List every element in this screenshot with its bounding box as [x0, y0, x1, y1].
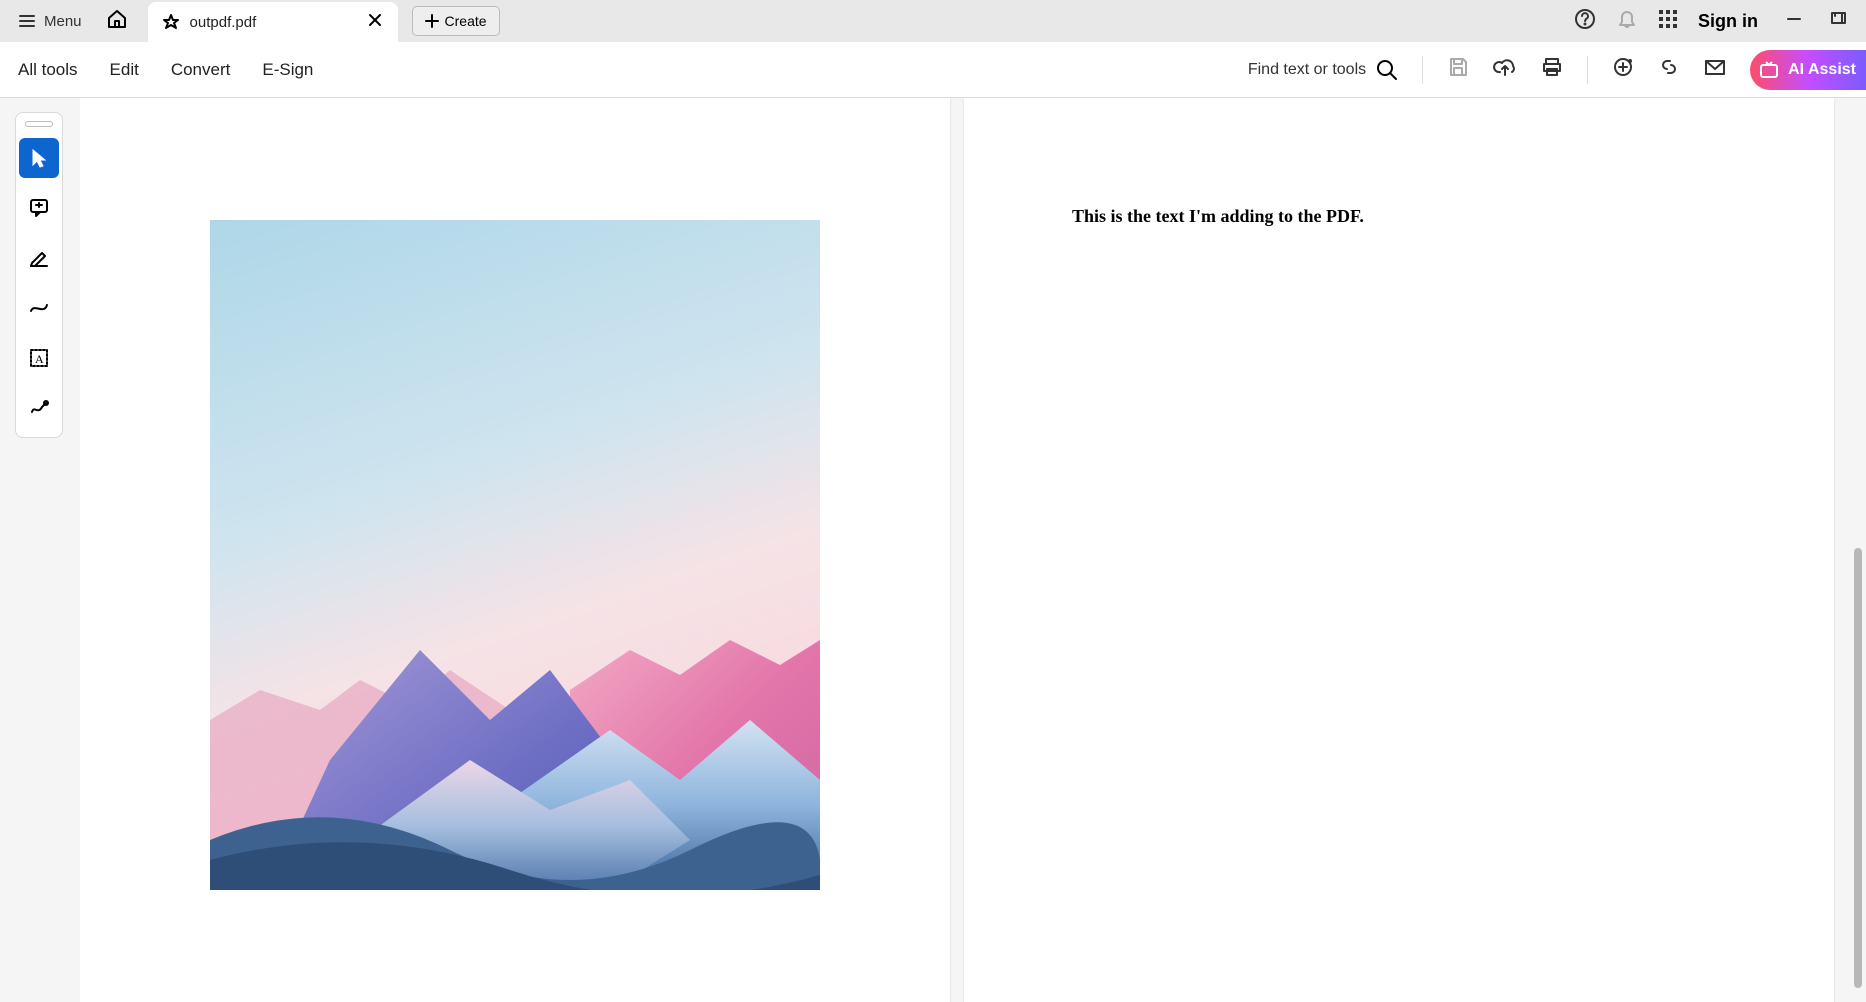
page-canvas[interactable]: This is the text I'm adding to the PDF. — [80, 98, 1866, 1002]
page1-image — [210, 220, 820, 890]
upload-cloud-button[interactable] — [1493, 55, 1517, 84]
titlebar: Menu outpdf.pdf Create Sign in — [0, 0, 1866, 42]
toolbar-link-esign[interactable]: E-Sign — [262, 60, 313, 80]
highlighter-icon — [28, 247, 50, 269]
toolbar-divider — [1587, 56, 1588, 84]
scroll-thumb[interactable] — [1854, 548, 1862, 988]
plus-icon — [425, 14, 439, 28]
palette-grab-handle[interactable] — [25, 121, 53, 127]
apps-grid-icon — [1658, 9, 1678, 29]
search-icon — [1376, 59, 1398, 81]
toolbar-link-all-tools[interactable]: All tools — [18, 60, 78, 80]
annotation-tool-palette[interactable]: A — [15, 112, 63, 438]
mountain-landscape-image — [210, 220, 820, 890]
notifications-button[interactable] — [1616, 8, 1638, 35]
create-label: Create — [445, 13, 487, 29]
draw-tool-icon[interactable] — [19, 288, 59, 328]
tab-close-button[interactable] — [366, 11, 384, 34]
print-icon — [1541, 56, 1563, 78]
tab-filename: outpdf.pdf — [190, 14, 257, 31]
comment-tool-icon[interactable] — [19, 188, 59, 228]
link-button[interactable] — [1658, 56, 1680, 83]
save-icon — [1447, 56, 1469, 78]
draw-icon — [28, 297, 50, 319]
toolbar: All tools Edit Convert E-Sign Find text … — [0, 42, 1866, 98]
bell-icon — [1616, 8, 1638, 30]
pdf-page-1[interactable] — [80, 98, 950, 1002]
help-circle-icon — [1574, 8, 1596, 30]
vertical-scrollbar[interactable] — [1850, 98, 1864, 1002]
menu-label: Menu — [44, 13, 82, 30]
apps-button[interactable] — [1658, 9, 1678, 34]
text-select-tool-icon[interactable]: A — [19, 338, 59, 378]
cursor-icon — [29, 148, 49, 168]
link-icon — [1658, 56, 1680, 78]
window-minimize-button[interactable] — [1786, 11, 1802, 32]
pdf-page-2[interactable]: This is the text I'm adding to the PDF. — [964, 98, 1834, 1002]
mail-icon — [1704, 56, 1726, 78]
minimize-window-icon — [1786, 11, 1802, 27]
page2-body-text: This is the text I'm adding to the PDF. — [1072, 206, 1364, 227]
save-button[interactable] — [1447, 56, 1469, 83]
help-button[interactable] — [1574, 8, 1596, 35]
toolbar-link-convert[interactable]: Convert — [171, 60, 231, 80]
find-text-button[interactable]: Find text or tools — [1248, 59, 1398, 81]
sign-icon — [28, 397, 50, 419]
toolbar-link-edit[interactable]: Edit — [110, 60, 139, 80]
ai-spark-icon — [1758, 59, 1780, 81]
ai-assist-label: AI Assist — [1788, 61, 1856, 79]
window-maximize-button[interactable] — [1830, 11, 1846, 32]
generative-icon — [1612, 56, 1634, 78]
menu-icon — [18, 12, 36, 30]
home-button[interactable] — [96, 2, 138, 41]
app-menu-button[interactable]: Menu — [8, 6, 92, 36]
toolbar-divider — [1422, 56, 1423, 84]
star-outline-icon[interactable] — [162, 13, 180, 31]
generative-button[interactable] — [1612, 56, 1634, 83]
close-icon — [368, 13, 382, 27]
workspace: A — [0, 98, 1866, 1002]
mail-button[interactable] — [1704, 56, 1726, 83]
find-label: Find text or tools — [1248, 61, 1366, 79]
svg-text:A: A — [35, 352, 44, 366]
sign-in-button[interactable]: Sign in — [1698, 11, 1758, 32]
tab-document[interactable]: outpdf.pdf — [148, 2, 398, 42]
ai-assist-button[interactable]: AI Assist — [1750, 50, 1866, 90]
cloud-upload-icon — [1493, 55, 1517, 79]
comment-icon — [28, 197, 50, 219]
highlight-tool-icon[interactable] — [19, 238, 59, 278]
create-button[interactable]: Create — [412, 6, 500, 36]
print-button[interactable] — [1541, 56, 1563, 83]
fill-sign-tool-icon[interactable] — [19, 388, 59, 428]
cursor-tool-icon[interactable] — [19, 138, 59, 178]
maximize-window-icon — [1830, 11, 1846, 27]
text-select-icon: A — [28, 347, 50, 369]
home-icon — [106, 8, 128, 30]
